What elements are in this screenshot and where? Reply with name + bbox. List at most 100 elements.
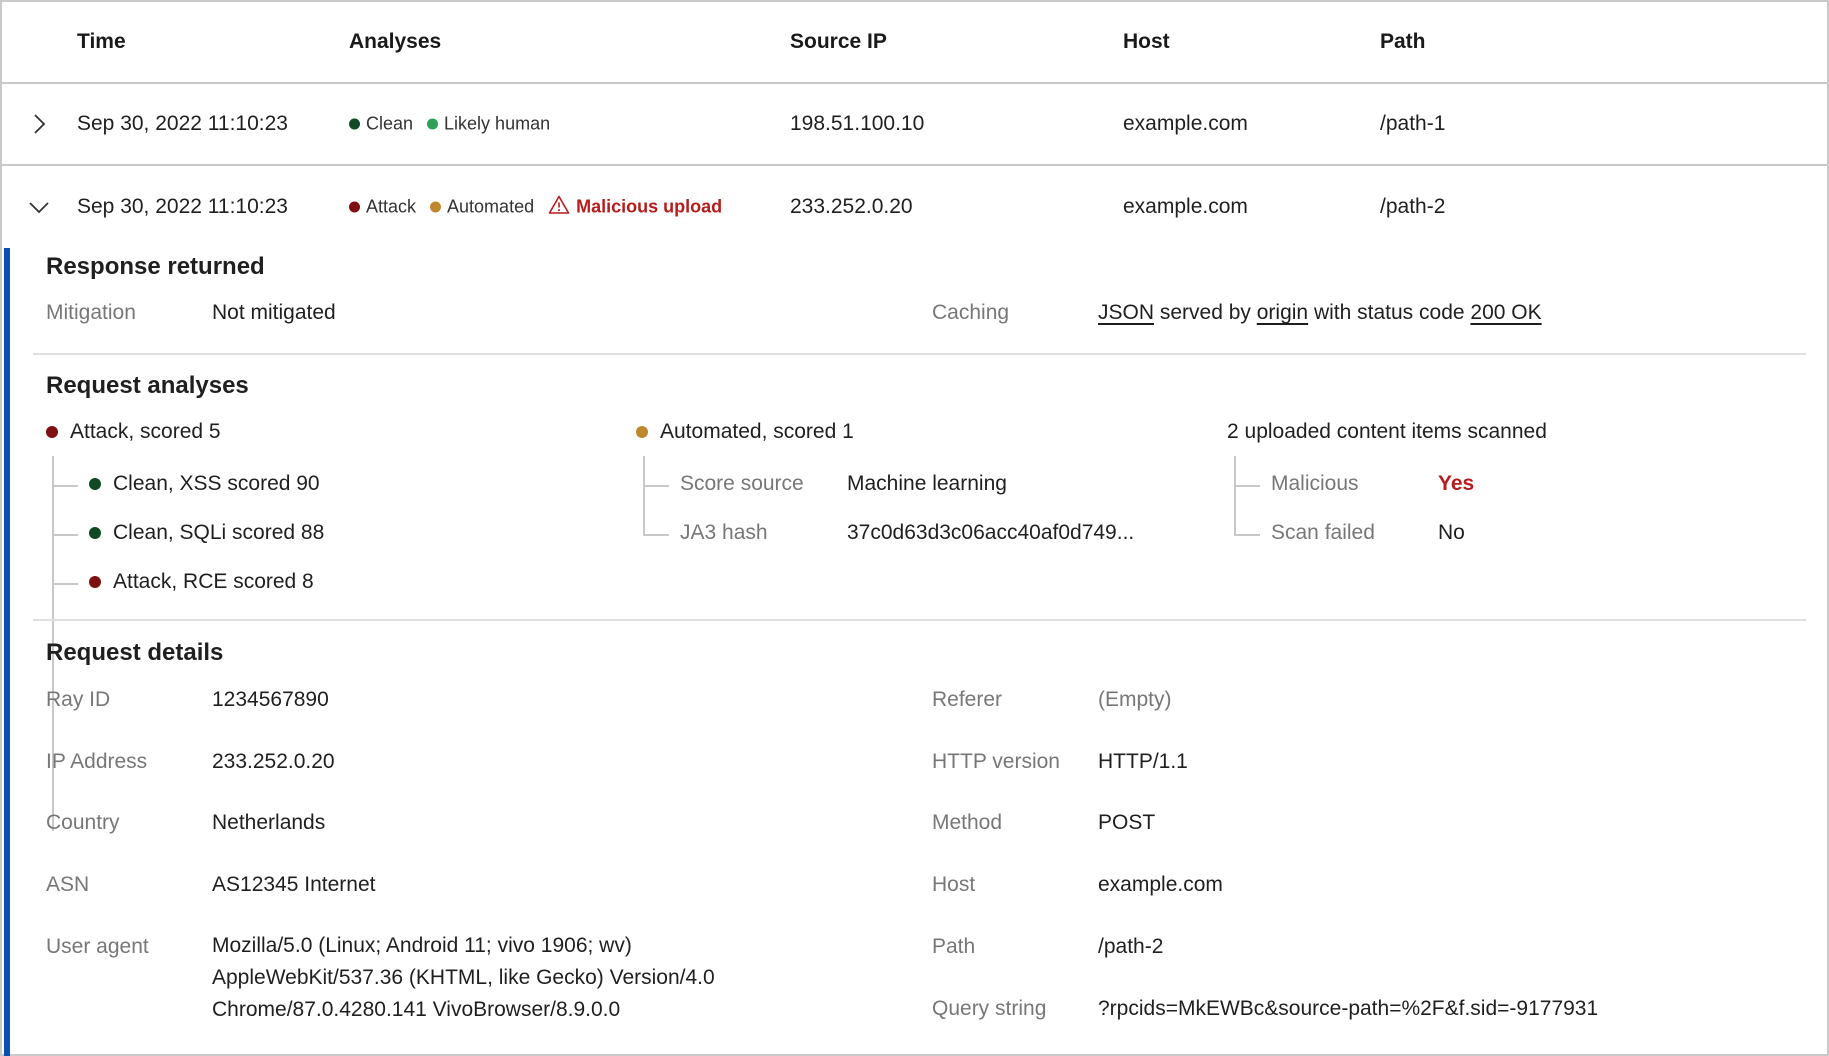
- score-source-label: Score source: [680, 472, 804, 495]
- referer-label: Referer: [932, 688, 1003, 711]
- user-agent-value: Mozilla/5.0 (Linux; Android 11; vivo 190…: [212, 930, 715, 1026]
- warning-triangle-icon: [548, 195, 570, 220]
- row-path: /path-2: [1380, 195, 1446, 218]
- user-agent-line: Chrome/87.0.4280.141 VivoBrowser/8.9.0.0: [212, 998, 621, 1021]
- section-title-analyses: Request analyses: [46, 372, 249, 399]
- row-source-ip: 233.252.0.20: [790, 195, 913, 218]
- score-source-value: Machine learning: [847, 472, 1007, 495]
- row-path: /path-1: [1380, 112, 1446, 135]
- caching-text: served by: [1159, 301, 1251, 324]
- status-code-link[interactable]: 200 OK: [1470, 301, 1541, 324]
- table-row[interactable]: Sep 30, 2022 11:10:23 Clean Likely human…: [2, 84, 1829, 166]
- method-value: POST: [1098, 811, 1156, 834]
- column-header-analyses[interactable]: Analyses: [349, 30, 441, 54]
- status-dot-icon: [430, 201, 442, 213]
- analysis-label: Clean: [366, 113, 414, 134]
- mitigation-value: Not mitigated: [212, 301, 336, 324]
- analysis-automated: Automated, scored 1: [636, 420, 854, 444]
- tree-branch: [643, 534, 669, 536]
- status-dot-icon: [349, 201, 360, 213]
- analysis-automated-label: Automated, scored 1: [660, 420, 854, 443]
- served-by-link[interactable]: origin: [1257, 301, 1308, 324]
- analysis-sub-label: Clean, SQLi scored 88: [113, 521, 325, 544]
- column-header-host[interactable]: Host: [1123, 30, 1170, 54]
- user-agent-line: AppleWebKit/537.36 (KHTML, like Gecko) V…: [212, 966, 715, 989]
- table-row-expanded[interactable]: Sep 30, 2022 11:10:23 Attack Automated M…: [2, 166, 1829, 248]
- user-agent-line: Mozilla/5.0 (Linux; Android 11; vivo 190…: [212, 934, 632, 957]
- query-string-value: ?rpcids=MkEWBc&source-path=%2F&f.sid=-91…: [1098, 997, 1599, 1020]
- row-source-ip: 198.51.100.10: [790, 112, 925, 135]
- analysis-tag: Attack: [349, 197, 416, 218]
- tree-branch: [1234, 534, 1260, 536]
- ip-address-value: 233.252.0.20: [212, 750, 335, 773]
- caching-value: JSON served by origin with status code 2…: [1098, 301, 1542, 325]
- malicious-label: Malicious: [1271, 472, 1359, 495]
- country-value: Netherlands: [212, 811, 326, 834]
- status-dot-icon: [46, 426, 58, 438]
- status-dot-icon: [89, 478, 101, 490]
- upload-scan-summary: 2 uploaded content items scanned: [1227, 420, 1547, 443]
- referer-value: (Empty): [1098, 688, 1172, 711]
- path-label: Path: [932, 935, 976, 958]
- analysis-attack: Attack, scored 5: [46, 420, 221, 444]
- status-dot-icon: [427, 118, 439, 130]
- caching-label: Caching: [932, 301, 1010, 324]
- analysis-label: Likely human: [444, 113, 551, 134]
- row-host: example.com: [1123, 112, 1248, 135]
- analysis-tag: Clean: [349, 114, 413, 135]
- row-analyses: Clean Likely human: [349, 114, 558, 135]
- row-details-panel: Response returned Mitigation Not mitigat…: [2, 248, 1829, 1056]
- analysis-sub-label: Attack, RCE scored 8: [113, 570, 314, 593]
- asn-label: ASN: [46, 873, 90, 896]
- asn-value: AS12345 Internet: [212, 873, 376, 896]
- row-time: Sep 30, 2022 11:10:23: [77, 112, 288, 135]
- analysis-sub-item: Clean, XSS scored 90: [89, 472, 320, 496]
- events-table: Time Analyses Source IP Host Path Sep 30…: [0, 0, 1829, 1056]
- country-label: Country: [46, 811, 120, 834]
- http-version-value: HTTP/1.1: [1098, 750, 1188, 773]
- analysis-attack-label: Attack, scored 5: [70, 420, 221, 443]
- ray-id-value: 1234567890: [212, 688, 329, 711]
- section-divider: [33, 619, 1806, 621]
- row-time: Sep 30, 2022 11:10:23: [77, 195, 288, 218]
- host-label: Host: [932, 873, 976, 896]
- ja3-hash-value[interactable]: 37c0d63d3c06acc40af0d749...: [847, 521, 1134, 545]
- tree-line: [1234, 456, 1236, 536]
- caching-text: with status code: [1313, 301, 1465, 324]
- chevron-right-icon[interactable]: [26, 111, 52, 137]
- method-label: Method: [932, 811, 1003, 834]
- tree-branch: [52, 583, 78, 585]
- tree-branch: [52, 485, 78, 487]
- content-type-link[interactable]: JSON: [1098, 301, 1154, 324]
- mitigation-label: Mitigation: [46, 301, 136, 324]
- table-header: Time Analyses Source IP Host Path: [2, 2, 1829, 84]
- column-header-source-ip[interactable]: Source IP: [790, 30, 887, 54]
- malicious-upload-badge: Malicious upload: [548, 195, 722, 220]
- malicious-value: Yes: [1438, 472, 1475, 495]
- tree-branch: [1234, 485, 1260, 487]
- analysis-sub-item: Clean, SQLi scored 88: [89, 521, 324, 545]
- analysis-tag: Likely human: [427, 114, 550, 135]
- status-dot-icon: [89, 527, 101, 539]
- analysis-label: Attack: [366, 196, 417, 217]
- user-agent-label: User agent: [46, 935, 149, 958]
- tree-line: [643, 456, 645, 536]
- warning-label: Malicious upload: [576, 196, 723, 217]
- ja3-hash-label: JA3 hash: [680, 521, 768, 544]
- column-header-time[interactable]: Time: [77, 30, 126, 54]
- column-header-path[interactable]: Path: [1380, 30, 1426, 54]
- status-dot-icon: [636, 426, 648, 438]
- ip-address-label: IP Address: [46, 750, 148, 773]
- analysis-tag: Automated: [430, 197, 534, 218]
- selection-indicator: [4, 248, 10, 1056]
- analysis-sub-item: Attack, RCE scored 8: [89, 570, 314, 594]
- chevron-down-icon[interactable]: [26, 194, 52, 220]
- ray-id-label: Ray ID: [46, 688, 111, 711]
- section-title-request-details: Request details: [46, 639, 224, 666]
- status-dot-icon: [349, 118, 360, 130]
- query-string-label: Query string: [932, 997, 1047, 1020]
- status-dot-icon: [89, 576, 101, 588]
- section-divider: [33, 353, 1806, 355]
- row-analyses: Attack Automated Malicious upload: [349, 195, 722, 220]
- analysis-label: Automated: [447, 196, 535, 217]
